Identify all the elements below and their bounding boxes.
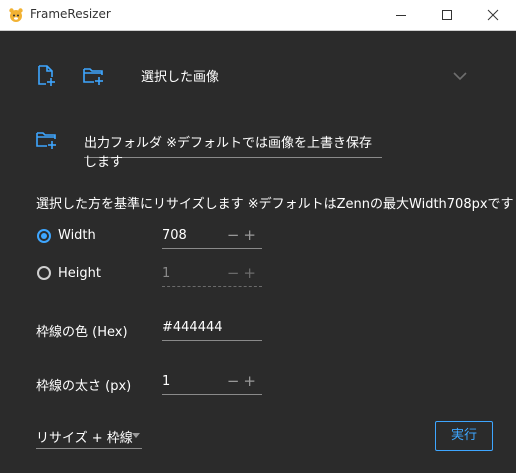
width-input[interactable]: 708 −+: [162, 226, 262, 249]
height-radio[interactable]: [37, 266, 51, 280]
border-color-value: #444444: [162, 320, 223, 335]
selected-images-label: 選択した画像: [141, 70, 220, 85]
add-folder-button[interactable]: [82, 64, 106, 88]
run-button[interactable]: 実行: [435, 421, 493, 451]
border-thickness-label: 枠線の太さ (px): [36, 379, 132, 394]
border-color-label: 枠線の色 (Hex): [36, 325, 128, 340]
chevron-down-icon: [453, 72, 467, 81]
close-button[interactable]: [470, 0, 516, 30]
output-folder-button[interactable]: [35, 128, 59, 152]
close-icon: [487, 9, 499, 21]
caret-down-icon: [132, 433, 140, 438]
border-thickness-value: 1: [162, 374, 171, 389]
maximize-icon: [442, 10, 452, 20]
output-folder-field[interactable]: 出力フォルダ ※デフォルトでは画像を上書き保存します: [84, 129, 382, 170]
add-file-button[interactable]: [35, 64, 59, 88]
height-label: Height: [58, 266, 101, 281]
border-thickness-input[interactable]: 1 −+: [162, 372, 262, 395]
height-input[interactable]: 1 −+: [162, 264, 262, 287]
width-radio[interactable]: [37, 229, 51, 243]
expand-selected-images-button[interactable]: [448, 64, 472, 88]
resize-description: 選択した方を基準にリサイズします ※デフォルトはZennの最大Width708p…: [36, 197, 514, 212]
folder-add-icon: [36, 132, 56, 149]
folder-add-icon: [83, 68, 103, 85]
mode-select[interactable]: リサイズ + 枠線: [36, 424, 142, 449]
height-value: 1: [162, 266, 171, 281]
file-add-icon: [38, 65, 55, 86]
width-label: Width: [58, 228, 96, 243]
mode-select-value: リサイズ + 枠線: [36, 431, 133, 446]
border-thickness-stepper[interactable]: −+: [227, 372, 260, 390]
app-logo-icon: [8, 7, 24, 23]
border-color-input[interactable]: #444444: [162, 318, 262, 341]
height-stepper[interactable]: −+: [227, 264, 260, 282]
title-bar: FrameResizer: [0, 0, 516, 31]
minimize-button[interactable]: [378, 0, 424, 30]
window-title: FrameResizer: [30, 7, 111, 21]
output-folder-placeholder: 出力フォルダ ※デフォルトでは画像を上書き保存します: [84, 136, 373, 170]
width-stepper[interactable]: −+: [227, 226, 260, 244]
width-value: 708: [162, 228, 187, 243]
minimize-icon: [396, 15, 406, 16]
maximize-button[interactable]: [424, 0, 470, 30]
